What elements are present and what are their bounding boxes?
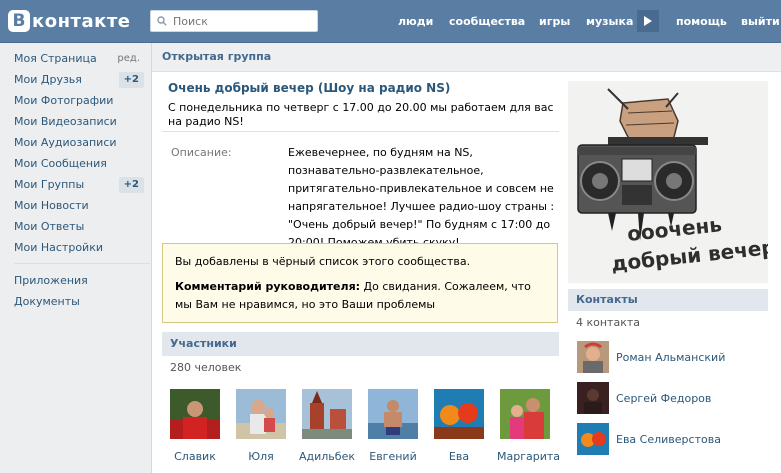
member-avatar bbox=[236, 389, 286, 439]
sidebar-item-groups[interactable]: Мои Группы +2 bbox=[6, 174, 146, 195]
description-text: Ежевечернее, по будням на NS, познавател… bbox=[288, 146, 555, 249]
boombox-logo: ооочень добрый вечер! bbox=[568, 81, 768, 283]
sidebar-item-label: Моя Страница bbox=[14, 52, 97, 65]
sidebar-item-label: Мои Новости bbox=[14, 199, 89, 212]
sidebar-item-friends[interactable]: Мои Друзья +2 bbox=[6, 69, 146, 90]
nav-games[interactable]: игры bbox=[539, 0, 570, 42]
page-header: Открытая группа bbox=[152, 43, 781, 72]
contacts-header[interactable]: Контакты bbox=[568, 289, 768, 311]
main-panel: Открытая группа Очень добрый вечер (Шоу … bbox=[151, 43, 781, 473]
sidebar-item-label: Мои Сообщения bbox=[14, 157, 107, 170]
contact-name: Сергей Федоров bbox=[616, 391, 712, 405]
contact-item[interactable]: Ева Селиверстова bbox=[577, 422, 767, 456]
sidebar-item-apps[interactable]: Приложения bbox=[6, 270, 146, 291]
nav-logout[interactable]: выйти bbox=[741, 0, 780, 42]
sidebar-item-videos[interactable]: Мои Видеозаписи bbox=[6, 111, 146, 132]
member-item[interactable]: Ева bbox=[431, 389, 487, 463]
nav-communities[interactable]: сообщества bbox=[449, 0, 525, 42]
nav-music[interactable]: музыка bbox=[586, 0, 633, 42]
music-play-button[interactable] bbox=[637, 10, 659, 32]
group-title: Очень добрый вечер (Шоу на радио NS) bbox=[168, 81, 451, 95]
contact-item[interactable]: Роман Альманский bbox=[577, 340, 767, 374]
sidebar-item-label: Мои Друзья bbox=[14, 73, 82, 86]
logo-letter: В bbox=[8, 10, 30, 32]
friends-badge: +2 bbox=[118, 72, 144, 88]
play-icon bbox=[644, 16, 652, 26]
sidebar-item-label: Мои Ответы bbox=[14, 220, 85, 233]
sidebar-item-documents[interactable]: Документы bbox=[6, 291, 146, 312]
member-name: Евгений bbox=[369, 450, 417, 463]
sidebar-item-label: Мои Видеозаписи bbox=[14, 115, 117, 128]
search-box[interactable] bbox=[150, 10, 318, 32]
member-item[interactable]: Славик bbox=[167, 389, 223, 463]
member-avatar bbox=[302, 389, 352, 439]
member-name: Ева bbox=[448, 450, 470, 463]
search-icon bbox=[157, 16, 167, 26]
sidebar-item-label: Документы bbox=[14, 295, 80, 308]
groups-badge: +2 bbox=[118, 177, 144, 193]
member-item[interactable]: Маргарита bbox=[497, 389, 561, 463]
contact-name: Роман Альманский bbox=[616, 350, 726, 364]
contacts-count: 4 контакта bbox=[576, 316, 641, 329]
members-count: 280 человек bbox=[170, 361, 242, 374]
admin-comment: Комментарий руководителя: До свидания. С… bbox=[175, 278, 545, 314]
member-name: Адильбек bbox=[299, 450, 355, 463]
member-name: Юля bbox=[248, 450, 274, 463]
group-status: С понедельника по четверг с 17.00 до 20.… bbox=[168, 101, 554, 128]
nav-people[interactable]: люди bbox=[398, 0, 433, 42]
sidebar-item-answers[interactable]: Мои Ответы bbox=[6, 216, 146, 237]
nav-help[interactable]: помощь bbox=[676, 0, 727, 42]
edit-link[interactable]: ред. bbox=[117, 48, 140, 69]
sidebar-item-photos[interactable]: Мои Фотографии bbox=[6, 90, 146, 111]
members-header[interactable]: Участники bbox=[162, 332, 559, 356]
description-label: Описание: bbox=[171, 146, 232, 159]
contact-avatar bbox=[577, 423, 609, 455]
member-item[interactable]: Адильбек bbox=[299, 389, 355, 463]
sidebar-item-news[interactable]: Мои Новости bbox=[6, 195, 146, 216]
member-avatar bbox=[500, 389, 550, 439]
sidebar-item-label: Мои Настройки bbox=[14, 241, 103, 254]
contact-name: Ева Селиверстова bbox=[616, 432, 721, 446]
vk-logo[interactable]: В контакте bbox=[8, 9, 130, 33]
member-item[interactable]: Евгений bbox=[365, 389, 421, 463]
top-bar: В контакте люди сообщества игры музыка п… bbox=[0, 0, 781, 43]
logo-text: контакте bbox=[32, 10, 131, 32]
search-input[interactable] bbox=[171, 13, 315, 29]
sidebar: Моя Страница ред. Мои Друзья +2 Мои Фотогр… bbox=[6, 48, 150, 312]
contact-avatar bbox=[577, 341, 609, 373]
sidebar-item-settings[interactable]: Мои Настройки bbox=[6, 237, 146, 258]
member-avatar bbox=[434, 389, 484, 439]
sidebar-divider bbox=[14, 263, 150, 264]
sidebar-item-audio[interactable]: Мои Аудиозаписи bbox=[6, 132, 146, 153]
member-name: Маргарита bbox=[497, 450, 561, 463]
divider bbox=[162, 131, 559, 132]
member-avatar bbox=[368, 389, 418, 439]
sidebar-item-label: Мои Аудиозаписи bbox=[14, 136, 117, 149]
group-avatar[interactable]: ооочень добрый вечер! bbox=[568, 81, 768, 283]
blacklist-message: Вы добавлены в чёрный список этого сообщ… bbox=[175, 255, 471, 268]
blacklist-notice: Вы добавлены в чёрный список этого сообщ… bbox=[162, 243, 558, 323]
contact-avatar bbox=[577, 382, 609, 414]
sidebar-item-my-page[interactable]: Моя Страница ред. bbox=[6, 48, 146, 69]
member-item[interactable]: Юля bbox=[233, 389, 289, 463]
member-name: Славик bbox=[174, 450, 216, 463]
admin-comment-label: Комментарий руководителя: bbox=[175, 280, 361, 293]
member-avatar bbox=[170, 389, 220, 439]
sidebar-item-messages[interactable]: Мои Сообщения bbox=[6, 153, 146, 174]
sidebar-item-label: Мои Фотографии bbox=[14, 94, 114, 107]
contact-item[interactable]: Сергей Федоров bbox=[577, 381, 767, 415]
sidebar-item-label: Мои Группы bbox=[14, 178, 85, 191]
sidebar-item-label: Приложения bbox=[14, 274, 88, 287]
